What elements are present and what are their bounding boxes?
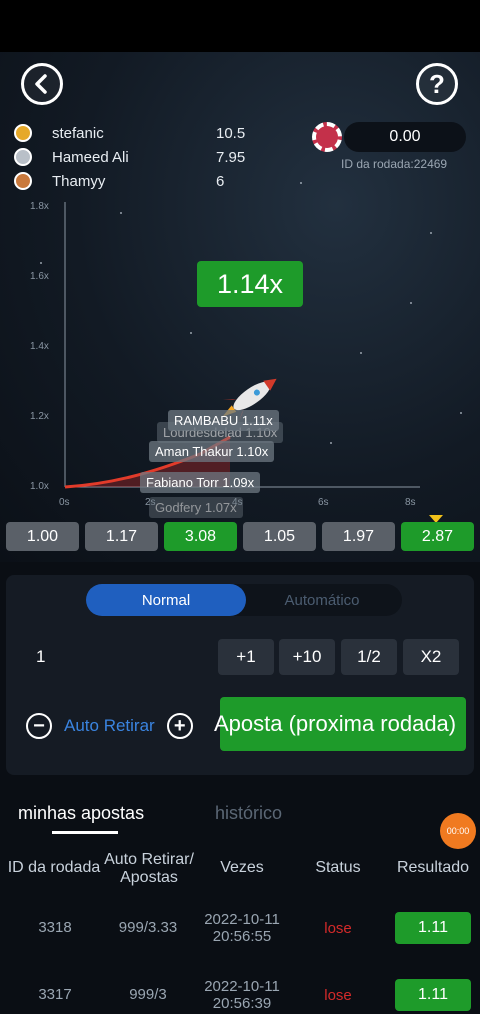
- history-item[interactable]: 1.17: [85, 522, 158, 551]
- column-header: Status: [315, 859, 361, 876]
- history-item[interactable]: 2.87: [401, 522, 474, 551]
- double-button[interactable]: X2: [403, 639, 459, 675]
- column-header: Vezes: [220, 859, 264, 876]
- arrow-left-icon: [35, 74, 47, 94]
- y-tick: 1.4x: [30, 341, 49, 352]
- balance-value: 0.00: [389, 128, 421, 145]
- y-tick: 1.2x: [30, 411, 49, 422]
- bet-mode-switch: Automático Normal: [86, 584, 402, 616]
- half-button[interactable]: 1/2: [341, 639, 397, 675]
- player-amount: 6: [216, 172, 225, 190]
- tab-minhas-apostas[interactable]: minhas apostas: [18, 803, 144, 824]
- help-icon: ?: [429, 68, 445, 99]
- multiplier-history: 1.00 1.17 3.08 1.05 1.97 2.87: [0, 522, 480, 552]
- status-bar: [0, 0, 480, 52]
- plus-ten-button[interactable]: +10: [279, 639, 335, 675]
- cashout-tag: Fabiano Torr 1.09x: [140, 472, 261, 493]
- bets-table-header: ID da rodada Auto Retirar/ Apostas Vezes…: [0, 848, 480, 890]
- bets-tabs: minhas apostas histórico: [0, 795, 480, 835]
- history-item[interactable]: 3.08: [164, 522, 237, 551]
- tab-automatico[interactable]: Automático: [242, 584, 402, 616]
- round-id-cell: 3318: [38, 919, 72, 936]
- x-tick: 6s: [318, 497, 329, 508]
- player-name: Hameed Ali: [52, 148, 129, 166]
- table-row: 3317 999/3 2022-10-11 20:56:39 lose 1.11: [0, 971, 480, 1014]
- leaderboard: stefanic 10.5 Hameed Ali 7.95 Thamyy 6: [14, 121, 264, 193]
- auto-cell: 999/3: [129, 986, 167, 1003]
- round-id-cell: 3317: [38, 986, 72, 1003]
- cashout-tag: RAMBABU 1.11x: [168, 410, 279, 431]
- auto-cell: 999/3.33: [118, 919, 178, 936]
- current-multiplier: 1.14x: [197, 261, 303, 307]
- cashout-tag: Aman Thakur 1.10x: [149, 441, 275, 462]
- y-tick: 1.0x: [30, 481, 49, 492]
- bronze-medal-icon: [14, 172, 32, 190]
- player-name: stefanic: [52, 124, 104, 142]
- x-tick: 8s: [405, 497, 416, 508]
- status-cell: lose: [324, 920, 352, 937]
- column-header: Resultado: [396, 859, 470, 876]
- silver-medal-icon: [14, 148, 32, 166]
- date-cell: 2022-10-11: [204, 911, 280, 928]
- floating-timer-button[interactable]: 00:00: [440, 813, 476, 849]
- poker-chip-icon: [312, 122, 342, 152]
- leaderboard-row: Hameed Ali 7.95: [14, 145, 264, 169]
- column-header: ID da rodada: [7, 859, 101, 876]
- result-badge[interactable]: 1.11: [395, 979, 471, 1011]
- result-badge[interactable]: 1.11: [395, 912, 471, 944]
- time-cell: 20:56:55: [212, 928, 272, 945]
- y-tick: 1.8x: [30, 201, 49, 212]
- help-button[interactable]: ?: [416, 63, 458, 105]
- player-amount: 10.5: [216, 124, 246, 142]
- auto-retirar-label[interactable]: Auto Retirar: [64, 716, 155, 736]
- tab-normal[interactable]: Normal: [86, 584, 246, 616]
- balance-display: 0.00: [344, 122, 466, 152]
- player-name: Thamyy: [52, 172, 106, 190]
- history-item[interactable]: 1.00: [6, 522, 79, 551]
- leaderboard-row: stefanic 10.5: [14, 121, 264, 145]
- place-bet-label: Aposta (proxima rodada): [214, 711, 457, 736]
- game-area: ? stefanic 10.5 Hameed Ali 7.95 Thamyy 6…: [0, 52, 480, 562]
- history-item[interactable]: 1.97: [322, 522, 395, 551]
- plus-one-button[interactable]: +1: [218, 639, 274, 675]
- round-id: ID da rodada:22469: [341, 157, 448, 171]
- player-amount: 7.95: [216, 148, 246, 166]
- history-item[interactable]: 1.05: [243, 522, 316, 551]
- bet-panel: Automático Normal +1 +10 1/2 X2 − Auto R…: [6, 575, 474, 775]
- plus-icon[interactable]: +: [166, 713, 193, 739]
- minus-icon[interactable]: −: [26, 713, 52, 739]
- date-cell: 2022-10-11: [204, 978, 280, 995]
- status-cell: lose: [324, 987, 352, 1004]
- tab-historico[interactable]: histórico: [215, 803, 282, 824]
- cashout-tag: Godfery 1.07x: [149, 497, 243, 518]
- table-row: 3318 999/3.33 2022-10-11 20:56:55 lose 1…: [0, 904, 480, 954]
- gold-medal-icon: [14, 124, 32, 142]
- back-button[interactable]: [21, 63, 63, 105]
- auto-cashout-row: − Auto Retirar +: [26, 711, 193, 741]
- x-tick: 0s: [59, 497, 70, 508]
- y-tick: 1.6x: [30, 271, 49, 282]
- bet-amount-input[interactable]: [22, 639, 212, 675]
- active-tab-indicator: [52, 831, 118, 834]
- column-header: Auto Retirar/ Apostas: [104, 851, 194, 886]
- time-cell: 20:56:39: [212, 995, 272, 1012]
- leaderboard-row: Thamyy 6: [14, 169, 264, 193]
